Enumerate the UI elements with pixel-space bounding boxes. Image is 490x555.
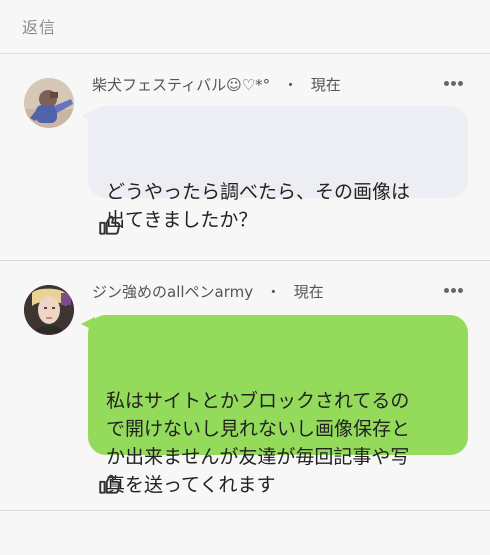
bottom-divider [0,510,490,511]
more-horizontal-icon [458,81,463,86]
thumbs-up-icon [99,474,121,494]
comment-author[interactable]: ジン強めのallペンarmy [92,283,253,301]
comment-text: 私はサイトとかブロックされてるの で開けないし見れないし画像保存と か出来ません… [106,390,411,496]
replies-page: 返信 柴犬フェスティバル☺♡*° ・ 現在 どうやったら調べたら、その画像は 出… [0,0,490,512]
user-avatar[interactable] [24,285,74,335]
replies-header: 返信 [0,0,490,54]
comment-bubble: 私はサイトとかブロックされてるの で開けないし見れないし画像保存と か出来ません… [88,315,468,496]
comment-author[interactable]: 柴犬フェスティバル☺♡*° [92,76,270,94]
more-horizontal-icon [444,288,449,293]
more-horizontal-icon [444,81,449,86]
more-horizontal-icon [458,288,463,293]
comment-meta: ジン強めのallペンarmy ・ 現在 [92,281,324,302]
comment-bubble: どうやったら調べたら、その画像は 出てきましたか？ [88,106,468,231]
thumbs-up-icon [99,215,121,235]
comment-item: 柴犬フェスティバル☺♡*° ・ 現在 どうやったら調べたら、その画像は 出てきま… [0,54,490,261]
more-horizontal-icon [451,288,456,293]
user-avatar-photo [24,285,74,335]
more-horizontal-icon [451,81,456,86]
comment-meta: 柴犬フェスティバル☺♡*° ・ 現在 [92,74,341,95]
like-button[interactable] [97,471,123,497]
replies-title: 返信 [22,18,57,37]
more-options-button[interactable] [444,286,464,296]
user-avatar[interactable] [24,78,74,128]
more-options-button[interactable] [444,79,464,89]
meta-separator: ・ [282,76,298,94]
user-avatar-photo [24,78,74,128]
comment-text: どうやったら調べたら、その画像は 出てきましたか？ [106,181,411,231]
comment-time: 現在 [310,76,341,94]
like-button[interactable] [97,212,123,238]
comment-time: 現在 [293,283,324,301]
comment-item: ジン強めのallペンarmy ・ 現在 私はサイトとかブロックされてるの で開け… [0,261,490,512]
meta-separator: ・ [265,283,281,301]
